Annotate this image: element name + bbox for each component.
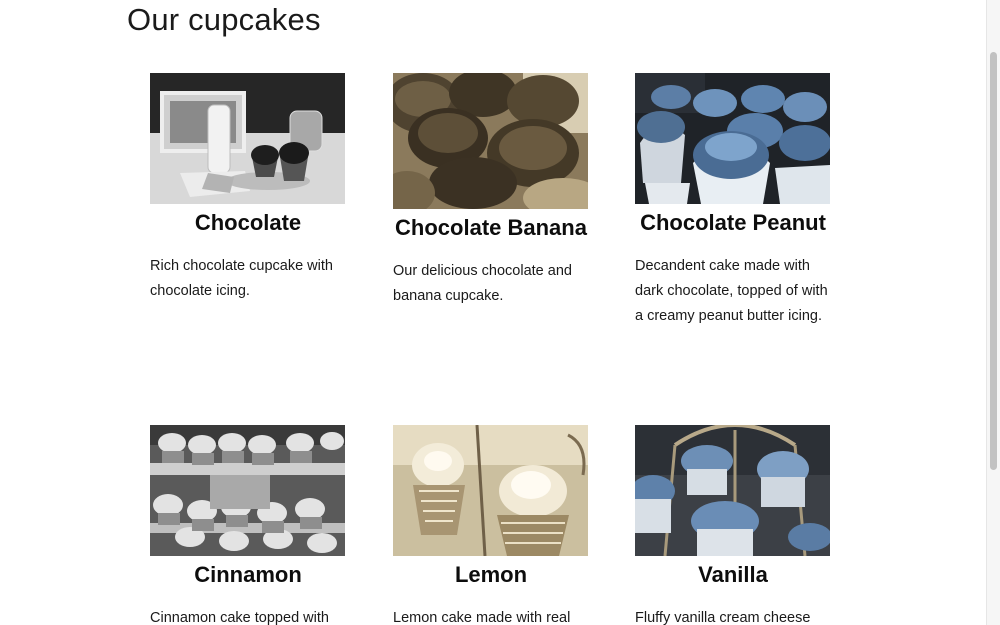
cupcake-description: Cinnamon cake topped with [150,610,329,625]
cupcake-image [150,73,345,204]
cupcake-name: Chocolate Banana [395,215,587,240]
cupcake-card: Chocolate Rich chocolate cupcake with ch… [150,73,346,304]
cupcake-description: Our delicious chocolate and banana cupca… [393,263,572,304]
cupcake-card: Vanilla Fluffy vanilla cream cheese [635,425,831,625]
cupcake-card: Cinnamon Cinnamon cake topped with [150,425,346,625]
cupcake-image [393,73,588,209]
cupcake-card: Lemon Lemon cake made with real [393,425,589,625]
cupcake-name: Cinnamon [194,562,302,587]
cupcake-card: Chocolate Banana Our delicious chocolate… [393,73,589,309]
cupcake-card: Chocolate Peanut Decandent cake made wit… [635,73,831,329]
scrollbar-thumb[interactable] [990,52,997,470]
cupcake-description: Lemon cake made with real [393,610,571,625]
page-title: Our cupcakes [127,2,321,37]
cupcake-description: Decandent cake made with dark chocolate,… [635,258,828,324]
cupcake-description: Rich chocolate cupcake with chocolate ic… [150,258,333,299]
cupcake-name: Lemon [454,562,528,587]
cupcake-name: Chocolate [194,210,302,235]
cupcake-name: Vanilla [698,562,768,587]
cupcake-image [393,425,588,556]
cupcake-image [635,425,830,556]
cupcake-image [635,73,830,204]
cupcake-name: Chocolate Peanut [640,210,826,235]
vertical-scrollbar[interactable] [986,0,1000,625]
page-viewport: Our cupcakes Chocolate Rich chocolate cu… [0,0,1000,625]
cupcake-description: Fluffy vanilla cream cheese [635,610,811,625]
cupcake-image [150,425,345,556]
